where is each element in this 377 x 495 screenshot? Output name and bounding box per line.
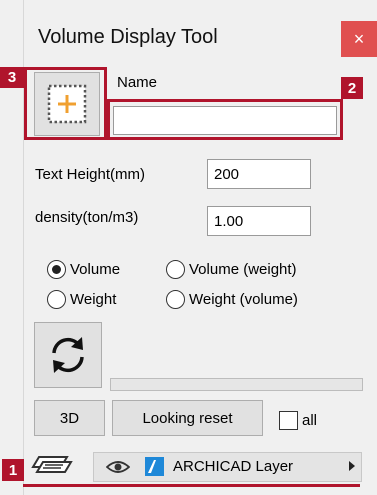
text-height-label: Text Height(mm) bbox=[35, 166, 146, 183]
radio-volume[interactable]: Volume bbox=[47, 260, 120, 279]
eye-icon[interactable] bbox=[105, 458, 131, 481]
all-label: all bbox=[302, 412, 318, 429]
looking-reset-button[interactable]: Looking reset bbox=[112, 400, 263, 436]
name-input[interactable] bbox=[113, 106, 337, 135]
all-checkbox[interactable]: all bbox=[279, 411, 317, 430]
radio-volume-weight[interactable]: Volume (weight) bbox=[166, 260, 297, 279]
radio-button[interactable] bbox=[47, 290, 66, 309]
density-input[interactable]: 1.00 bbox=[207, 206, 311, 236]
add-element-icon bbox=[47, 84, 87, 124]
3d-button[interactable]: 3D bbox=[34, 400, 105, 436]
layers-icon[interactable] bbox=[27, 451, 83, 479]
archicad-icon bbox=[145, 457, 164, 476]
callout-1-line bbox=[23, 484, 360, 487]
radio-label: Weight (volume) bbox=[189, 291, 298, 308]
text-height-input[interactable]: 200 bbox=[207, 159, 311, 189]
add-element-button[interactable] bbox=[34, 72, 100, 136]
radio-weight[interactable]: Weight bbox=[47, 290, 116, 309]
radio-button-selected[interactable] bbox=[47, 260, 66, 279]
radio-label: Volume (weight) bbox=[189, 261, 297, 278]
callout-badge-2: 2 bbox=[341, 77, 363, 99]
radio-weight-volume[interactable]: Weight (volume) bbox=[166, 290, 298, 309]
close-button[interactable]: × bbox=[341, 21, 377, 57]
radio-label: Volume bbox=[70, 261, 121, 278]
radio-button[interactable] bbox=[166, 290, 185, 309]
callout-badge-3: 3 bbox=[0, 67, 24, 88]
layer-name: ARCHICAD Layer bbox=[173, 458, 294, 475]
window-title: Volume Display Tool bbox=[38, 26, 218, 48]
progress-bar bbox=[110, 378, 363, 391]
density-label: density(ton/m3) bbox=[35, 209, 139, 226]
refresh-icon bbox=[52, 337, 84, 373]
radio-button[interactable] bbox=[166, 260, 185, 279]
radio-label: Weight bbox=[70, 291, 117, 308]
checkbox[interactable] bbox=[279, 411, 298, 430]
triangle-right-icon[interactable] bbox=[349, 461, 355, 471]
name-label: Name bbox=[117, 74, 158, 91]
callout-badge-1: 1 bbox=[2, 459, 24, 481]
refresh-button[interactable] bbox=[34, 322, 102, 388]
